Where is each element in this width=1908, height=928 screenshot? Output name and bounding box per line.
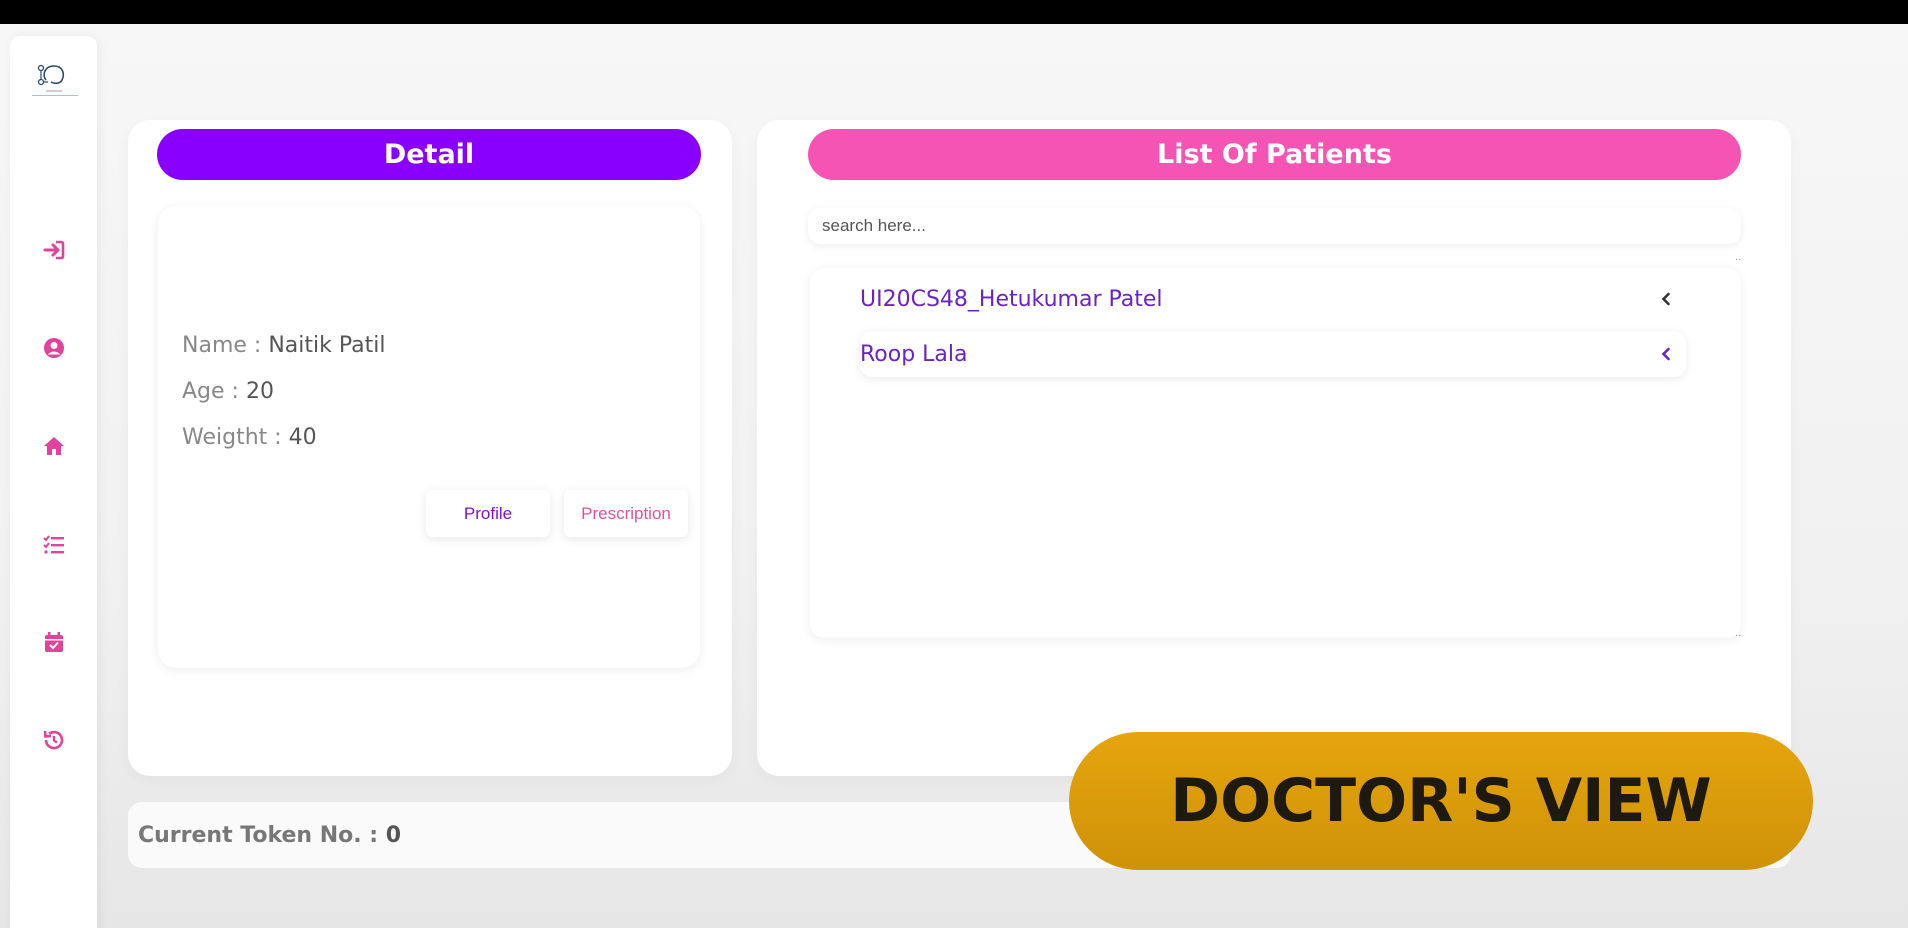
detail-header: Detail (157, 129, 701, 180)
app-logo-icon[interactable] (32, 58, 78, 96)
sidebar (10, 36, 97, 928)
chevron-left-icon[interactable] (1656, 289, 1676, 309)
patient-name: UI20CS48_Hetukumar Patel (860, 286, 1163, 312)
token-label-text: Current Token No. : (138, 822, 386, 848)
weight-value: 40 (288, 425, 317, 450)
age-label: Age : (182, 379, 246, 404)
weight-row: Weigtht : 40 (182, 425, 317, 450)
prescription-button[interactable]: Prescription (564, 490, 688, 537)
checklist-icon[interactable] (40, 530, 68, 558)
home-icon[interactable] (40, 432, 68, 460)
calendar-check-icon[interactable] (40, 628, 68, 656)
patient-list[interactable] (810, 268, 1741, 638)
token-label: Current Token No. : 0 (138, 823, 401, 848)
user-circle-icon[interactable] (40, 334, 68, 362)
name-value: Naitik Patil (268, 333, 386, 358)
name-row: Name : Naitik Patil (182, 333, 385, 358)
profile-button[interactable]: Profile (426, 490, 550, 537)
age-row: Age : 20 (182, 379, 274, 404)
patient-name: Roop Lala (860, 341, 968, 367)
chevron-left-icon[interactable] (1656, 344, 1676, 364)
patients-header: List Of Patients (808, 129, 1741, 180)
scroll-indicator-bottom: .. (1735, 628, 1742, 639)
token-value: 0 (385, 822, 402, 848)
weight-label: Weigtht : (182, 425, 289, 450)
name-label: Name : (182, 333, 269, 358)
patient-list-item[interactable]: Roop Lala (860, 331, 1686, 377)
patient-list-item[interactable]: UI20CS48_Hetukumar Patel (860, 276, 1686, 322)
login-icon[interactable] (40, 236, 68, 264)
doctors-view-banner: DOCTOR'S VIEW (1069, 732, 1813, 870)
top-black-bar (0, 0, 1908, 24)
search-input[interactable] (808, 208, 1741, 244)
scroll-indicator-top: .. (1735, 252, 1742, 263)
history-icon[interactable] (40, 726, 68, 754)
age-value: 20 (245, 379, 274, 404)
